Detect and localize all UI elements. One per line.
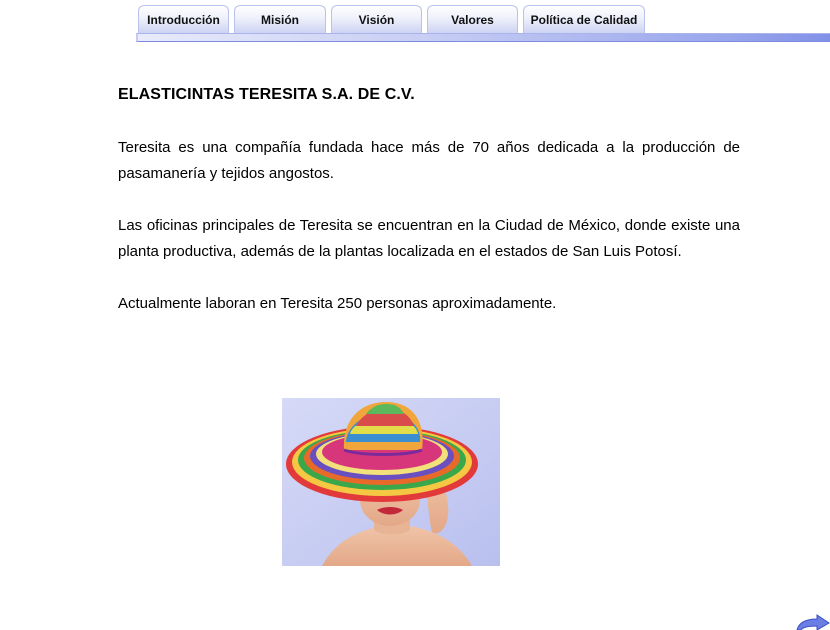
main-content: ELASTICINTAS TERESITA S.A. DE C.V. Teres… bbox=[118, 86, 740, 317]
tab-valores[interactable]: Valores bbox=[427, 5, 518, 33]
intro-paragraph: Teresita es una compañía fundada hace má… bbox=[118, 139, 740, 182]
tab-vision[interactable]: Visión bbox=[331, 5, 422, 33]
hat-woman-photo bbox=[282, 398, 500, 566]
tab-introduccion[interactable]: Introducción bbox=[138, 5, 229, 33]
offices-paragraph: Las oficinas principales de Teresita se … bbox=[118, 217, 740, 260]
page: Introducción Misión Visión Valores Polít… bbox=[0, 0, 830, 630]
tab-bar-underline bbox=[136, 33, 830, 42]
page-title: ELASTICINTAS TERESITA S.A. DE C.V. bbox=[118, 86, 415, 103]
top-nav-tabs: Introducción Misión Visión Valores Polít… bbox=[138, 5, 645, 33]
tab-mision[interactable]: Misión bbox=[234, 5, 326, 33]
right-arrow-icon[interactable] bbox=[795, 614, 830, 630]
tab-politica-de-calidad[interactable]: Política de Calidad bbox=[523, 5, 645, 33]
employees-paragraph: Actualmente laboran en Teresita 250 pers… bbox=[118, 295, 557, 312]
